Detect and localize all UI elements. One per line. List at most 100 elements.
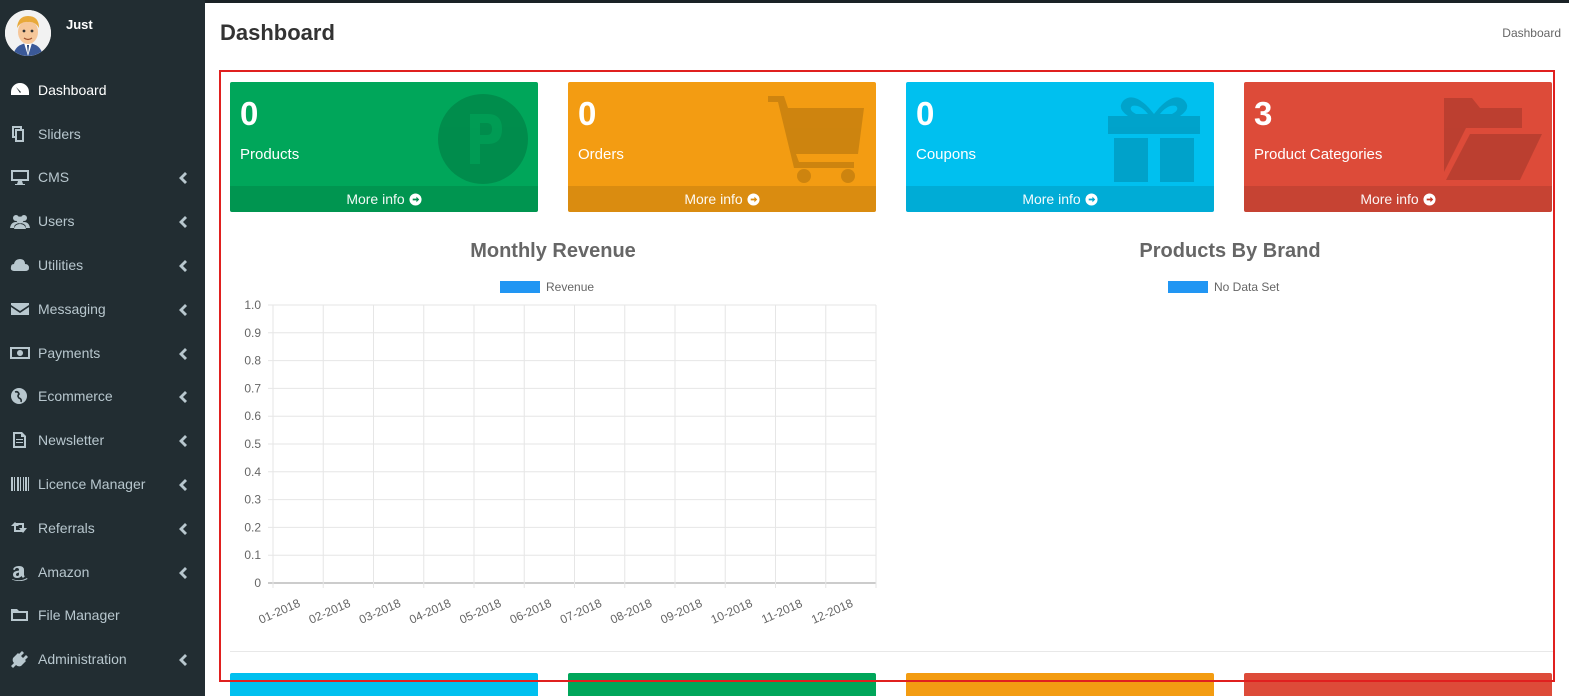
coupons-label: Coupons xyxy=(916,146,977,163)
monthly-revenue-legend[interactable]: Revenue xyxy=(500,280,594,294)
y-tick-label: 1.0 xyxy=(244,298,261,312)
products-label: Products xyxy=(240,146,300,163)
sidebar-item-ecommerce[interactable]: Ecommerce xyxy=(0,375,205,419)
orders-label: Orders xyxy=(578,146,624,163)
sidebar-item-messaging[interactable]: Messaging xyxy=(0,287,205,331)
legend-label-revenue: Revenue xyxy=(546,280,595,294)
amazon-icon xyxy=(10,563,38,581)
x-tick-label: 07-2018 xyxy=(558,596,604,627)
folder-open-icon xyxy=(1442,94,1542,184)
chevron-left-icon xyxy=(179,347,187,360)
x-tick-label: 08-2018 xyxy=(608,596,654,627)
arrow-circle-right-icon xyxy=(1423,192,1436,206)
plug-icon xyxy=(10,650,38,669)
desktop-icon xyxy=(10,168,38,186)
avatar[interactable] xyxy=(5,10,51,56)
divider xyxy=(230,651,1555,652)
products-more-info-link[interactable]: More info xyxy=(230,186,538,212)
sidebar: Just Dashboard Sliders CMS Users Utiliti… xyxy=(0,0,205,696)
shopping-cart-icon xyxy=(766,94,866,184)
x-tick-label: 03-2018 xyxy=(357,596,403,627)
coupons-more-info-link[interactable]: More info xyxy=(906,186,1214,212)
y-tick-label: 0.8 xyxy=(244,354,261,368)
sidebar-item-cms[interactable]: CMS xyxy=(0,156,205,200)
sidebar-item-label: File Manager xyxy=(38,607,120,624)
barcode-icon xyxy=(10,475,38,493)
coupons-count: 0 xyxy=(916,95,935,132)
chevron-left-icon xyxy=(179,303,187,316)
legend-label-no-data: No Data Set xyxy=(1214,280,1280,294)
x-tick-label: 09-2018 xyxy=(658,596,704,627)
sidebar-item-amazon[interactable]: Amazon xyxy=(0,550,205,594)
coupons-box: 0 Coupons More info xyxy=(906,82,1214,212)
product-categories-box: 3 Product Categories More info xyxy=(1244,82,1552,212)
breadcrumb[interactable]: Dashboard xyxy=(1502,26,1561,40)
products-box: 0 Products More info xyxy=(230,82,538,212)
product-categories-more-info-link[interactable]: More info xyxy=(1244,186,1552,212)
y-tick-label: 0.4 xyxy=(244,465,261,479)
chevron-left-icon xyxy=(179,566,187,579)
sidebar-item-newsletter[interactable]: Newsletter xyxy=(0,418,205,462)
sidebar-item-label: Licence Manager xyxy=(38,476,146,493)
arrow-circle-right-icon xyxy=(409,192,422,206)
products-by-brand-legend[interactable]: No Data Set xyxy=(1168,280,1279,294)
sidebar-item-users[interactable]: Users xyxy=(0,199,205,243)
sidebar-item-licence-manager[interactable]: Licence Manager xyxy=(0,462,205,506)
chevron-left-icon xyxy=(179,390,187,404)
chevron-left-icon xyxy=(179,434,187,448)
chevron-left-icon xyxy=(179,522,187,535)
chevron-left-icon xyxy=(179,215,187,229)
bottom-box-2 xyxy=(568,673,876,696)
sidebar-item-label: Amazon xyxy=(38,563,90,580)
cloud-icon xyxy=(10,256,38,274)
chevron-left-icon xyxy=(179,478,187,492)
sidebar-item-payments[interactable]: Payments xyxy=(0,331,205,375)
products-count: 0 xyxy=(240,95,259,132)
legend-swatch xyxy=(500,281,540,293)
sidebar-item-label: Messaging xyxy=(38,300,106,317)
x-tick-label: 06-2018 xyxy=(508,596,554,627)
x-tick-label: 01-2018 xyxy=(256,596,302,627)
y-tick-label: 0 xyxy=(254,576,261,590)
bottom-box-4 xyxy=(1244,673,1552,696)
bottom-box-3 xyxy=(906,673,1214,696)
x-tick-label: 02-2018 xyxy=(307,596,353,627)
orders-more-info-label: More info xyxy=(684,191,743,207)
main-content: Dashboard Dashboard 0 Products More info… xyxy=(205,3,1569,696)
sidebar-item-label: CMS xyxy=(38,169,70,186)
arrow-circle-right-icon xyxy=(747,192,760,206)
monthly-revenue-chart: 1.0 0.9 0.8 0.7 0.6 0.5 0.4 0.3 0.2 0.1 0 01-2018 02… xyxy=(244,298,877,627)
dashboard-icon xyxy=(10,81,38,99)
sidebar-item-label: Sliders xyxy=(38,125,81,142)
chevron-left-icon xyxy=(179,653,187,667)
envelope-icon xyxy=(10,300,38,318)
orders-more-info-link[interactable]: More info xyxy=(568,186,876,212)
sidebar-item-label: Referrals xyxy=(38,519,95,536)
sidebar-item-label: Dashboard xyxy=(38,81,107,98)
products-more-info-label: More info xyxy=(346,191,405,207)
gift-icon xyxy=(1104,94,1204,184)
x-tick-label: 12-2018 xyxy=(809,596,855,627)
product-categories-label: Product Categories xyxy=(1254,146,1383,163)
orders-box: 0 Orders More info xyxy=(568,82,876,212)
x-tick-label: 05-2018 xyxy=(457,596,503,627)
sidebar-item-label: Utilities xyxy=(38,257,84,274)
user-panel: Just xyxy=(0,0,205,68)
sidebar-item-utilities[interactable]: Utilities xyxy=(0,243,205,287)
copy-icon xyxy=(10,125,38,143)
sidebar-item-referrals[interactable]: Referrals xyxy=(0,506,205,550)
sidebar-item-label: Ecommerce xyxy=(38,388,113,405)
sidebar-item-dashboard[interactable]: Dashboard xyxy=(0,68,205,112)
product-categories-more-info-label: More info xyxy=(1360,191,1419,207)
sidebar-item-administration[interactable]: Administration xyxy=(0,637,205,681)
sidebar-item-sliders[interactable]: Sliders xyxy=(0,112,205,156)
coupons-more-info-label: More info xyxy=(1022,191,1081,207)
y-tick-label: 0.1 xyxy=(244,548,261,562)
product-p-icon xyxy=(428,94,528,184)
sidebar-item-file-manager[interactable]: File Manager xyxy=(0,594,205,638)
bottom-box-1 xyxy=(230,673,538,696)
sidebar-menu: Dashboard Sliders CMS Users Utilities Me… xyxy=(0,68,205,681)
orders-count: 0 xyxy=(578,95,597,132)
globe-icon xyxy=(10,387,38,405)
y-tick-label: 0.6 xyxy=(244,409,261,423)
